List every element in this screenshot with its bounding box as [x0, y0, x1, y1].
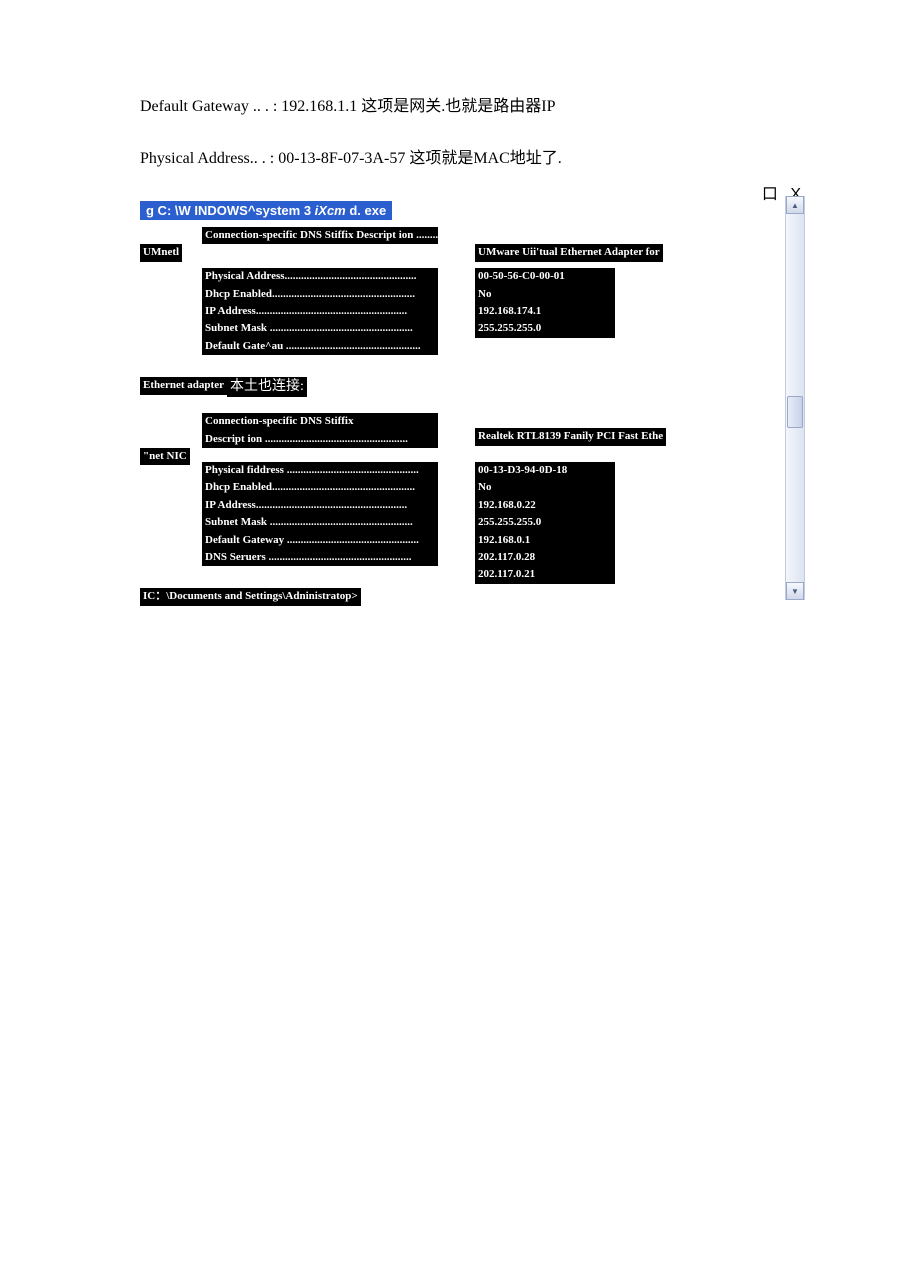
- value: 192.168.0.22: [475, 497, 615, 514]
- adapter1-label-row1: Connection-specific DNS Stiffix Descript…: [202, 227, 438, 244]
- label: Physical fiddress ......................…: [202, 462, 438, 479]
- label: Dhcp Enabled............................…: [202, 286, 438, 303]
- adapter2-values: 00-13-D3-94-0D-18 No 192.168.0.22 255.25…: [475, 462, 615, 584]
- adapter1-desc: UMware Uii'tual Ethernet Adapter for: [475, 244, 663, 261]
- adapter1-values: 00-50-56-C0-00-01 No 192.168.174.1 255.2…: [475, 268, 615, 338]
- label: DNS Seruers ............................…: [202, 549, 438, 566]
- label: Default Gateway ........................…: [202, 532, 438, 549]
- adapter1-side-label: UMnetl: [140, 244, 182, 261]
- value: 202.117.0.21: [475, 566, 615, 583]
- label: Subnet Mask ............................…: [202, 514, 438, 531]
- value: 255.255.255.0: [475, 320, 615, 337]
- adapter2-labels: Physical fiddress ......................…: [202, 462, 438, 566]
- label: Default Gate^au ........................…: [202, 338, 438, 355]
- value: 192.168.0.1: [475, 532, 615, 549]
- scroll-thumb[interactable]: [787, 396, 803, 428]
- value: 202.117.0.28: [475, 549, 615, 566]
- ethernet-adapter-prefix: Ethernet adapter: [140, 377, 227, 394]
- cmd-window: g C: \W INDOWS^system 3 iXcm d. exe Conn…: [140, 201, 780, 607]
- adapter2-label-top: Connection-specific DNS Stiffix Descript…: [202, 413, 438, 448]
- adapter1-labels: Physical Address........................…: [202, 268, 438, 355]
- label: Subnet Mask ............................…: [202, 320, 438, 337]
- scroll-up-button[interactable]: ▲: [786, 196, 804, 214]
- value: 255.255.255.0: [475, 514, 615, 531]
- ethernet-adapter-cn: 本土也连接:: [227, 377, 307, 397]
- label: IP Address..............................…: [202, 497, 438, 514]
- value: No: [475, 479, 615, 496]
- scrollbar[interactable]: ▲ ▼: [785, 196, 805, 600]
- value: 00-50-56-C0-00-01: [475, 268, 615, 285]
- label: Dhcp Enabled............................…: [202, 479, 438, 496]
- value: 00-13-D3-94-0D-18: [475, 462, 615, 479]
- scroll-down-button[interactable]: ▼: [786, 582, 804, 600]
- intro-line-1: Default Gateway .. . : 192.168.1.1 这项是网关…: [140, 96, 780, 118]
- cmd-prompt: IC：\Documents and Settings\Adninistratop…: [140, 588, 361, 605]
- label: IP Address..............................…: [202, 303, 438, 320]
- window-title: g C: \W INDOWS^system 3 iXcm d. exe: [140, 201, 392, 220]
- value: 192.168.174.1: [475, 303, 615, 320]
- label: Physical Address........................…: [202, 268, 438, 285]
- label: Connection-specific DNS Stiffix Descript…: [202, 227, 438, 244]
- adapter2-desc: Realtek RTL8139 Fanily PCI Fast Ethe: [475, 428, 666, 445]
- value: No: [475, 286, 615, 303]
- label: Connection-specific DNS Stiffix: [202, 413, 438, 430]
- intro-line-2: Physical Address.. . : 00-13-8F-07-3A-57…: [140, 148, 780, 170]
- label: Descript ion ...........................…: [202, 431, 438, 448]
